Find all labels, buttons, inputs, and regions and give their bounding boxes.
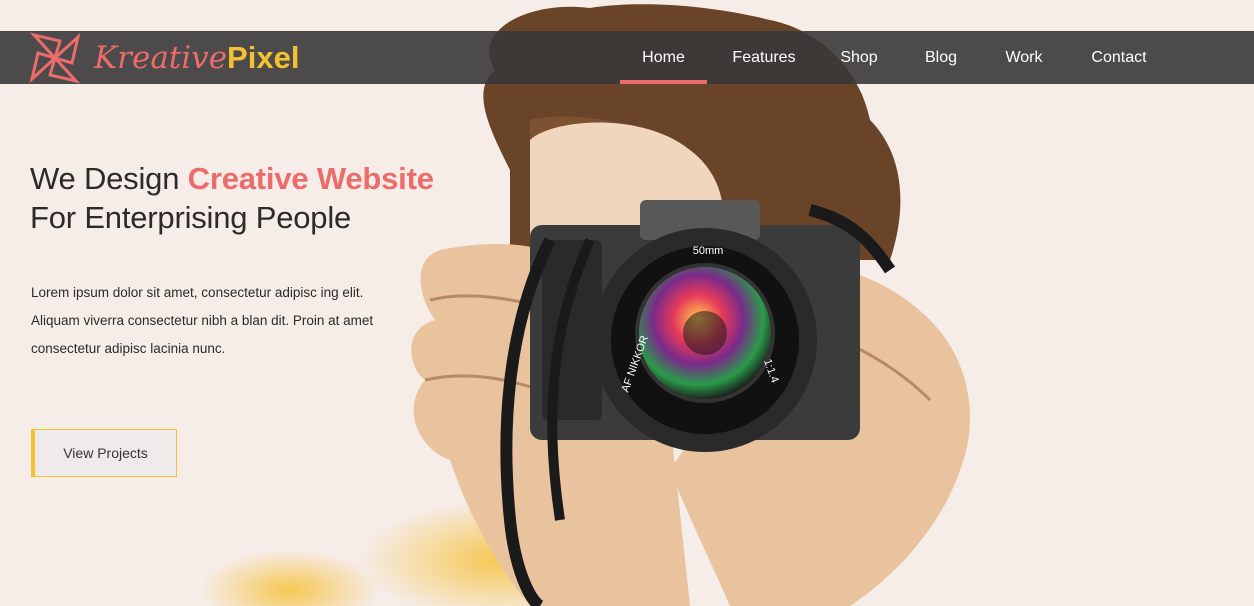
brand-logo[interactable]: KreativePixel xyxy=(28,31,299,84)
brand-name: KreativePixel xyxy=(94,31,299,85)
hero-description-line3: consectetur adipisc lacinia nunc. xyxy=(31,341,226,356)
view-projects-button[interactable]: View Projects xyxy=(31,429,177,477)
lens-top-label: 50mm xyxy=(693,245,724,257)
nav-item-work[interactable]: Work xyxy=(996,31,1052,84)
brand-name-part2: Pixel xyxy=(227,39,300,75)
pinwheel-logo-icon xyxy=(29,31,81,84)
nav-item-home[interactable]: Home xyxy=(620,31,707,84)
nav-item-shop[interactable]: Shop xyxy=(833,31,885,84)
hero-title-line2: For Enterprising People xyxy=(30,200,352,235)
nav-item-blog[interactable]: Blog xyxy=(916,31,966,84)
top-navbar: KreativePixel Home Features Shop Blog Wo… xyxy=(0,31,1254,84)
hero-description-line1: Lorem ipsum dolor sit amet, consectetur … xyxy=(31,285,364,300)
hero-title: We Design Creative Website For Enterpris… xyxy=(30,159,434,237)
brand-name-part1: Kreative xyxy=(94,39,228,76)
hero-title-accent: Creative Website xyxy=(187,161,434,196)
hero-description-line2: Aliquam viverra consectetur nibh a blan … xyxy=(31,313,374,328)
nav-item-features[interactable]: Features xyxy=(726,31,802,84)
hero-title-prefix: We Design xyxy=(30,161,188,196)
nav-item-contact[interactable]: Contact xyxy=(1084,31,1154,84)
hero-description: Lorem ipsum dolor sit amet, consectetur … xyxy=(31,279,411,363)
